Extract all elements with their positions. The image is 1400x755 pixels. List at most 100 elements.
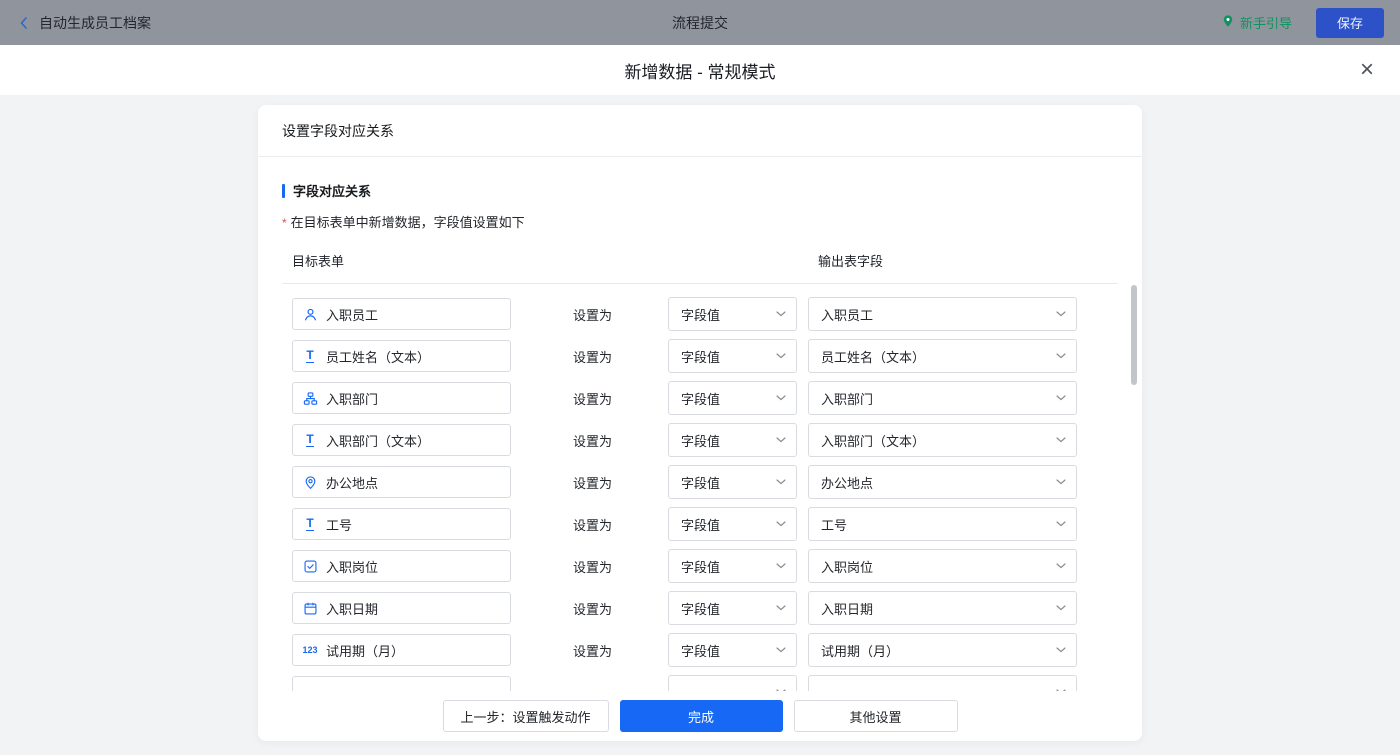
back-nav[interactable]: 自动生成员工档案 [16, 13, 151, 33]
set-as-label: 设置为 [573, 433, 613, 449]
value-type-selected: 字段值 [681, 307, 721, 323]
target-field-box[interactable]: 办公地点 [292, 466, 511, 498]
target-field-label: 入职部门（文本） [326, 433, 431, 449]
target-field-label: 试用期（月） [326, 643, 405, 659]
beginner-guide-link[interactable]: 新手引导 [1221, 13, 1292, 32]
card-header-title: 设置字段对应关系 [258, 105, 1142, 157]
card-footer: 上一步：设置触发动作 完成 其他设置 [258, 691, 1142, 741]
scrollbar-track [1131, 285, 1137, 684]
value-type-selected: 字段值 [681, 559, 721, 575]
chevron-down-icon [776, 479, 786, 485]
field-mapping-row: 入职员工 设置为 字段值 入职员工 [282, 293, 1118, 335]
value-type-dropdown[interactable]: 字段值 [668, 423, 797, 457]
value-type-selected: 字段值 [681, 643, 721, 659]
set-as-label: 设置为 [573, 391, 613, 407]
target-field-label: 办公地点 [326, 475, 379, 491]
card-content: 字段对应关系 * 在目标表单中新增数据，字段值设置如下 目标表单 输出表字段 入职… [258, 157, 1142, 692]
target-field-box[interactable] [292, 676, 511, 692]
value-type-dropdown[interactable]: 字段值 [668, 381, 797, 415]
output-field-selected: 入职部门 [821, 391, 874, 407]
chevron-down-icon [1056, 605, 1066, 611]
target-field-label: 工号 [326, 517, 353, 533]
target-field-box[interactable]: T 入职部门（文本） [292, 424, 511, 456]
target-field-box[interactable]: 入职岗位 [292, 550, 511, 582]
value-type-dropdown[interactable]: 字段值 [668, 507, 797, 541]
output-field-dropdown[interactable]: 入职部门（文本） [808, 423, 1077, 457]
select-icon [302, 558, 318, 574]
field-mapping-row: T 入职部门（文本） 设置为 字段值 入职部门（文本） [282, 419, 1118, 461]
output-field-dropdown[interactable]: 入职部门 [808, 381, 1077, 415]
text-icon: T [306, 432, 314, 447]
value-type-dropdown[interactable]: 字段值 [668, 465, 797, 499]
chevron-down-icon [776, 647, 786, 653]
col-output-field: 输出表字段 [818, 254, 884, 269]
value-type-selected: 字段值 [681, 349, 721, 365]
required-asterisk: * [282, 216, 287, 230]
set-as-label: 设置为 [573, 559, 613, 575]
target-field-box[interactable]: T 工号 [292, 508, 511, 540]
other-settings-button[interactable]: 其他设置 [793, 700, 958, 732]
close-icon[interactable]: × [1360, 58, 1374, 82]
section-title: 字段对应关系 [282, 181, 1118, 200]
topbar-title: 流程提交 [672, 14, 728, 31]
calendar-icon [302, 600, 318, 616]
output-field-dropdown[interactable]: 试用期（月） [808, 633, 1077, 667]
field-mapping-row: T 工号 设置为 字段值 工号 [282, 503, 1118, 545]
target-field-box[interactable]: 123 试用期（月） [292, 634, 511, 666]
section-accent-bar [282, 183, 285, 198]
column-headers: 目标表单 输出表字段 [282, 251, 1118, 284]
topbar: 自动生成员工档案 流程提交 新手引导 保存 [0, 0, 1400, 45]
output-field-selected: 办公地点 [821, 475, 874, 491]
chevron-down-icon [776, 311, 786, 317]
chevron-down-icon [776, 353, 786, 359]
set-as-label: 设置为 [573, 643, 613, 659]
back-chevron-icon[interactable] [16, 15, 32, 31]
done-button[interactable]: 完成 [619, 700, 783, 732]
target-field-box[interactable]: T 员工姓名（文本） [292, 340, 511, 372]
output-field-dropdown[interactable]: 员工姓名（文本） [808, 339, 1077, 373]
value-type-selected: 字段值 [681, 433, 721, 449]
output-field-dropdown[interactable]: 工号 [808, 507, 1077, 541]
value-type-selected: 字段值 [681, 517, 721, 533]
target-field-label: 入职员工 [326, 307, 379, 323]
value-type-dropdown[interactable]: 字段值 [668, 339, 797, 373]
value-type-dropdown[interactable] [668, 675, 797, 692]
number-icon: 123 [302, 645, 318, 655]
value-type-dropdown[interactable]: 字段值 [668, 591, 797, 625]
set-as-label: 设置为 [573, 307, 613, 323]
modal-header: 新增数据 - 常规模式 × [0, 45, 1400, 95]
col-target-form: 目标表单 [292, 254, 345, 269]
guide-label: 新手引导 [1239, 16, 1292, 31]
location-icon [302, 474, 318, 490]
value-type-dropdown[interactable]: 字段值 [668, 297, 797, 331]
output-field-dropdown[interactable]: 办公地点 [808, 465, 1077, 499]
value-type-selected: 字段值 [681, 475, 721, 491]
target-field-box[interactable]: 入职员工 [292, 298, 511, 330]
chevron-down-icon [776, 395, 786, 401]
scrollbar-thumb[interactable] [1131, 285, 1137, 385]
value-type-selected: 字段值 [681, 391, 721, 407]
output-field-dropdown[interactable]: 入职日期 [808, 591, 1077, 625]
chevron-down-icon [1056, 563, 1066, 569]
target-field-box[interactable]: 入职部门 [292, 382, 511, 414]
output-field-selected: 入职日期 [821, 601, 874, 617]
output-field-selected: 入职岗位 [821, 559, 874, 575]
field-mapping-row: 入职日期 设置为 字段值 入职日期 [282, 587, 1118, 629]
chevron-down-icon [1056, 353, 1066, 359]
output-field-selected: 员工姓名（文本） [821, 349, 926, 365]
target-field-box[interactable]: 入职日期 [292, 592, 511, 624]
save-button[interactable]: 保存 [1315, 7, 1384, 38]
target-field-label: 入职部门 [326, 391, 379, 407]
prev-step-button[interactable]: 上一步：设置触发动作 [442, 700, 609, 732]
department-icon [302, 390, 318, 406]
output-field-dropdown[interactable]: 入职员工 [808, 297, 1077, 331]
set-as-label: 设置为 [573, 349, 613, 365]
field-mapping-row: 办公地点 设置为 字段值 办公地点 [282, 461, 1118, 503]
chevron-down-icon [1056, 647, 1066, 653]
value-type-dropdown[interactable]: 字段值 [668, 633, 797, 667]
section-title-label: 字段对应关系 [293, 184, 372, 199]
output-field-dropdown[interactable]: 入职岗位 [808, 549, 1077, 583]
value-type-dropdown[interactable]: 字段值 [668, 549, 797, 583]
output-field-dropdown[interactable] [808, 675, 1077, 692]
chevron-down-icon [776, 437, 786, 443]
